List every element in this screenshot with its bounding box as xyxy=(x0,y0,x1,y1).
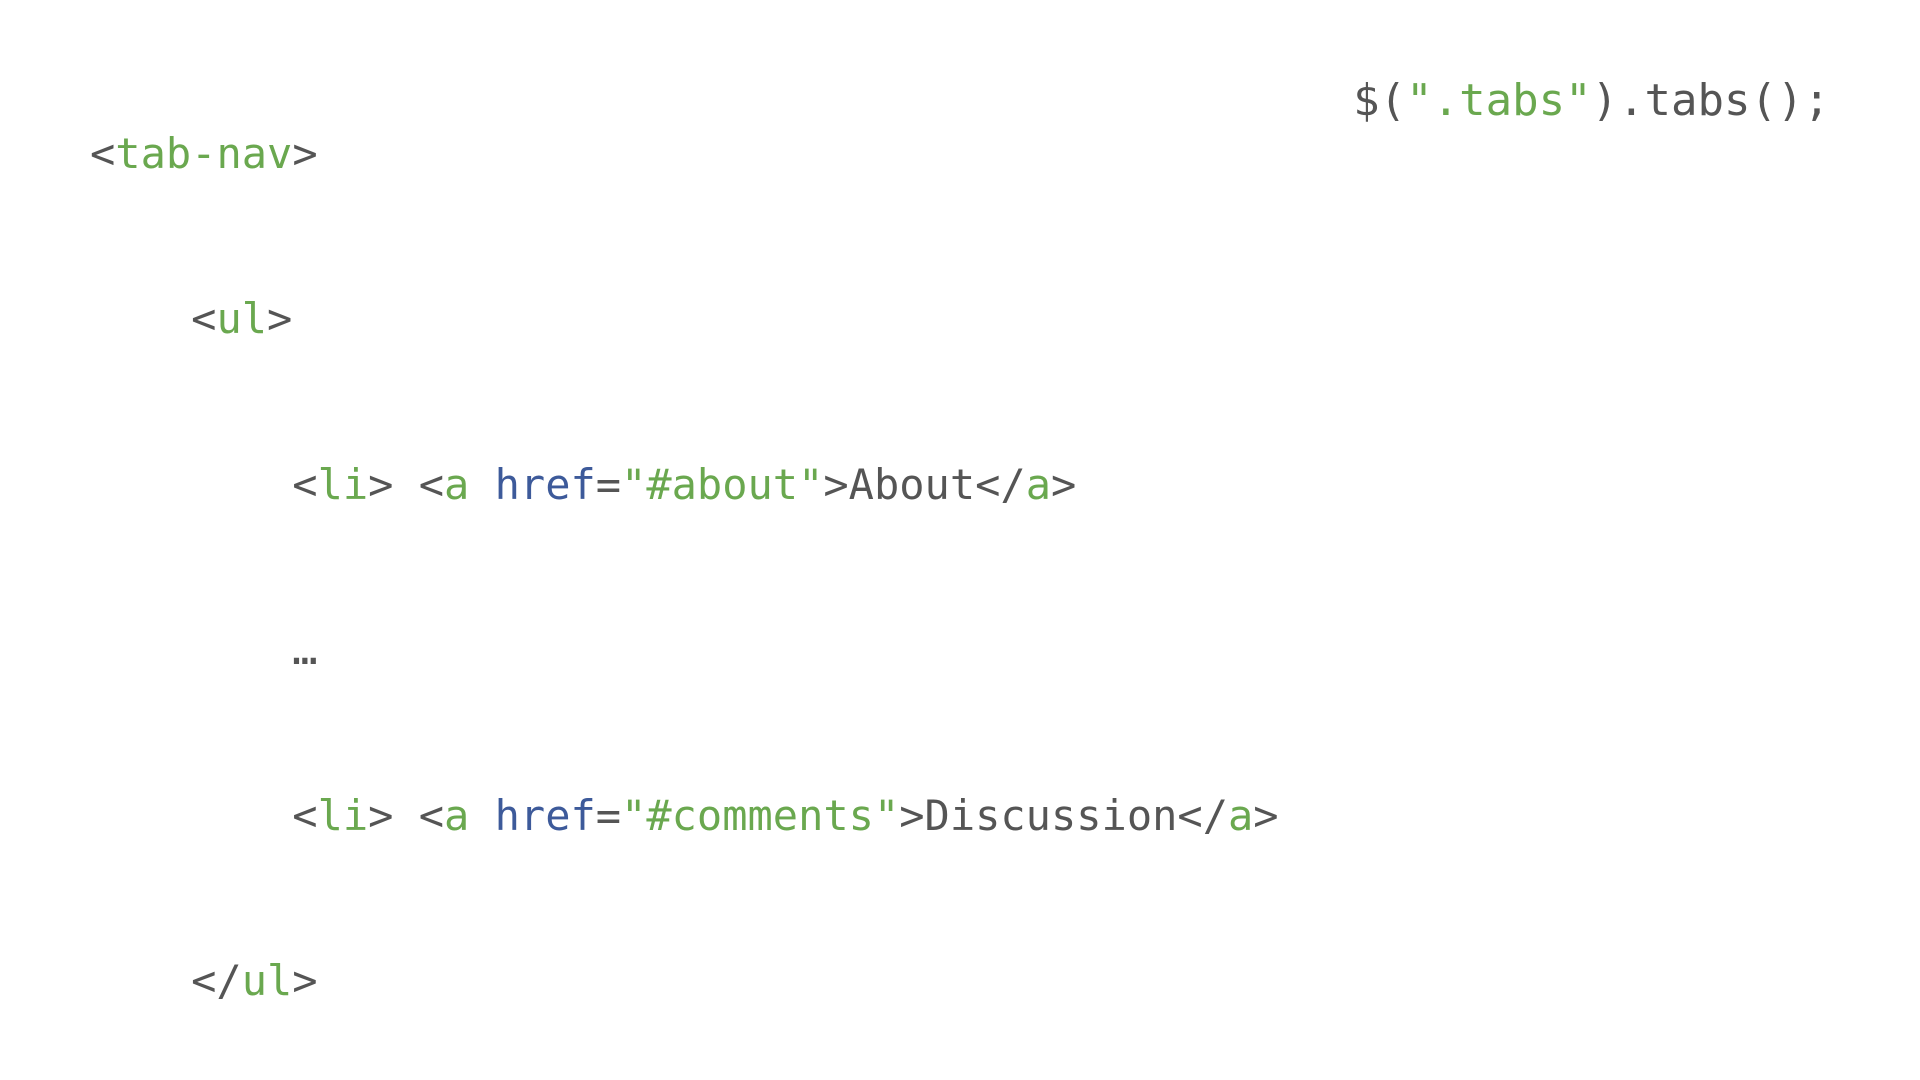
code-block: <tab-nav> <ul> <li> <a href="#about">Abo… xyxy=(90,30,1304,1080)
code-line-3: <li> <a href="#about">About</a> xyxy=(90,444,1304,527)
code-line-2: <ul> xyxy=(90,278,1304,361)
slide: $(".tabs").tabs(); <tab-nav> <ul> <li> <… xyxy=(0,0,1920,1080)
code-line-4: … xyxy=(90,609,1304,692)
js-snippet: $(".tabs").tabs(); xyxy=(1353,75,1830,126)
js-after: ).tabs(); xyxy=(1592,75,1830,126)
code-line-5: <li> <a href="#comments">Discussion</a> xyxy=(90,775,1304,858)
code-line-6: </ul> xyxy=(90,940,1304,1023)
code-line-1: <tab-nav> xyxy=(90,113,1304,196)
js-dollar: $( xyxy=(1353,75,1406,126)
js-selector: ".tabs" xyxy=(1406,75,1591,126)
